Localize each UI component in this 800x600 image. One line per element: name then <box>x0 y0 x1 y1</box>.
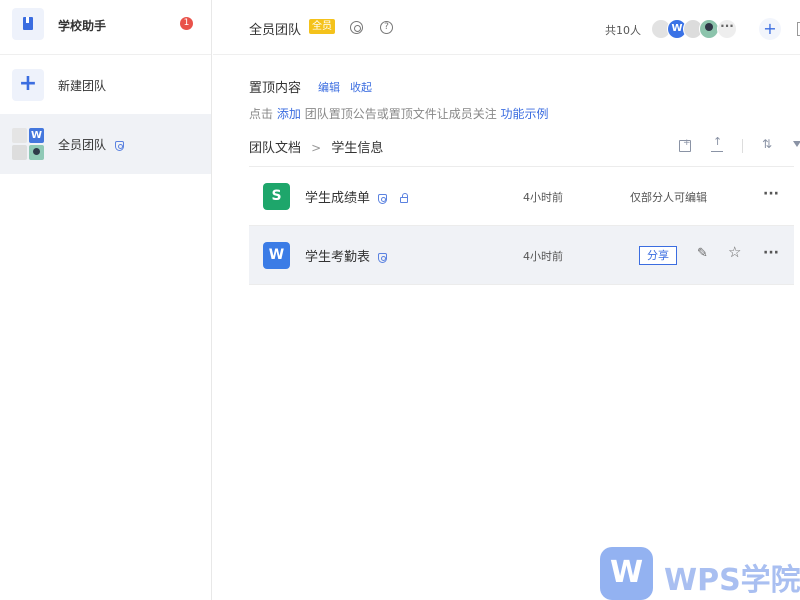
new-document-icon[interactable] <box>679 138 691 152</box>
member-avatar[interactable] <box>699 19 719 39</box>
hint-text: 团队置顶公告或置顶文件让成员关注 <box>304 107 497 121</box>
file-modified-time: 4小时前 <box>523 191 563 204</box>
shield-icon <box>378 193 388 204</box>
sidebar-item-label: 学校助手 <box>58 19 107 33</box>
sidebar-item-all-members-team[interactable]: W 全员团队 <box>0 114 211 174</box>
all-members-tag: 全员 <box>309 19 335 34</box>
plus-icon: + <box>12 69 44 101</box>
sidebar-item-label: 新建团队 <box>58 79 107 93</box>
sort-icon[interactable]: ⇅ <box>762 137 774 151</box>
file-name-text: 学生成绩单 <box>305 191 371 206</box>
upload-icon[interactable] <box>711 135 723 152</box>
sidebar-item-label: 全员团队 <box>58 136 124 153</box>
watermark-text: WPS学院 <box>664 563 800 598</box>
shield-icon <box>378 252 388 263</box>
more-icon[interactable]: ··· <box>763 245 779 261</box>
file-modified-time: 4小时前 <box>523 250 563 263</box>
filter-icon[interactable] <box>793 141 800 147</box>
member-count[interactable]: 共10人 <box>605 22 641 38</box>
pinned-collapse-link[interactable]: 收起 <box>350 79 372 95</box>
sidebar: 学校助手 1 + 新建团队 W 全员团队 <box>0 0 212 600</box>
document-icon: W <box>263 242 290 269</box>
edit-icon[interactable]: ✎ <box>697 247 710 260</box>
add-pinned-link[interactable]: 添加 <box>277 107 301 121</box>
wps-logo <box>600 547 653 600</box>
hint-text: 点击 <box>249 107 274 121</box>
breadcrumb-separator: > <box>311 141 322 155</box>
lock-icon <box>400 192 409 203</box>
file-name[interactable]: 学生成绩单 <box>305 187 409 206</box>
more-members-icon[interactable]: ··· <box>717 19 737 39</box>
page-title: 全员团队 <box>249 23 302 38</box>
add-member-button[interactable]: + <box>759 18 781 40</box>
breadcrumb-current: 学生信息 <box>331 141 384 156</box>
pinned-content-title: 置顶内容 <box>249 81 302 96</box>
breadcrumb: 团队文档 > 学生信息 <box>249 137 383 156</box>
notification-badge: 1 <box>180 17 193 30</box>
breadcrumb-root[interactable]: 团队文档 <box>249 141 301 156</box>
spreadsheet-icon: S <box>263 183 290 210</box>
file-row[interactable]: S 学生成绩单 4小时前 仅部分人可编辑 ··· <box>249 167 794 226</box>
school-assistant-icon <box>12 8 44 40</box>
feature-example-link[interactable]: 功能示例 <box>501 107 549 121</box>
team-avatar: W <box>12 128 44 160</box>
file-permission: 仅部分人可编辑 <box>630 191 707 204</box>
team-header: 全员团队 全员 ? 共10人 W ··· + <box>213 0 800 55</box>
help-icon[interactable]: ? <box>380 21 393 34</box>
pinned-hint: 点击 添加 团队置顶公告或置顶文件让成员关注 功能示例 <box>249 105 549 122</box>
file-name-text: 学生考勤表 <box>305 250 371 265</box>
gear-icon[interactable] <box>350 21 363 34</box>
pinned-edit-link[interactable]: 编辑 <box>318 79 340 95</box>
file-name[interactable]: 学生考勤表 <box>305 246 388 265</box>
more-icon[interactable]: ··· <box>763 186 779 202</box>
toolbar-divider <box>742 139 743 153</box>
star-icon[interactable]: ☆ <box>728 245 741 260</box>
file-row[interactable]: W 学生考勤表 4小时前 分享 ✎ ☆ ··· <box>249 226 794 285</box>
share-button[interactable]: 分享 <box>639 246 677 265</box>
team-name: 全员团队 <box>58 138 107 152</box>
sidebar-item-school-assistant[interactable]: 学校助手 1 <box>0 0 211 55</box>
shield-icon <box>114 140 124 151</box>
sidebar-item-new-team[interactable]: + 新建团队 <box>0 55 211 115</box>
